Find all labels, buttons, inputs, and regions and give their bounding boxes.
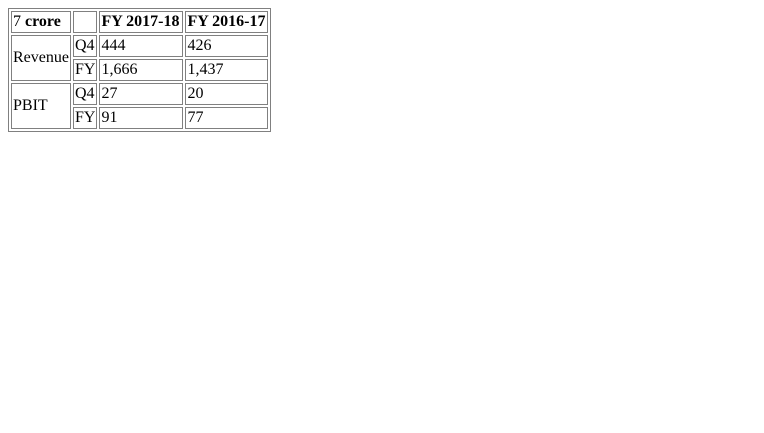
row-label-pbit: PBIT	[11, 83, 71, 129]
value-cell: 444	[99, 35, 184, 57]
column-header-fy2016-17: FY 2016-17	[185, 11, 268, 33]
value-cell: 20	[185, 83, 268, 105]
empty-header-cell	[72, 11, 98, 33]
table-row: PBIT Q4 27 20	[11, 83, 268, 129]
period-cell: FY	[72, 107, 98, 129]
column-header-fy2017-18: FY 2017-18	[99, 11, 184, 33]
row-label-revenue: Revenue	[11, 35, 71, 81]
period-cell: Q4	[72, 83, 98, 105]
period-cell: Q4	[72, 35, 98, 57]
value-cell: 1,437	[185, 59, 268, 81]
unit-label: crore	[25, 13, 61, 30]
corner-cell: 7 crore	[11, 11, 71, 33]
period-cell: FY	[72, 59, 98, 81]
value-cell: 77	[185, 107, 268, 129]
financial-table: 7 crore FY 2017-18 FY 2016-17 Revenue Q4…	[8, 8, 271, 132]
value-cell: 1,666	[99, 59, 184, 81]
page-content: 7 crore FY 2017-18 FY 2016-17 Revenue Q4…	[8, 8, 271, 132]
value-cell: 91	[99, 107, 184, 129]
table-row: Revenue Q4 444 426	[11, 35, 268, 81]
value-cell: 426	[185, 35, 268, 57]
header-row: 7 crore FY 2017-18 FY 2016-17	[11, 11, 268, 33]
value-cell: 27	[99, 83, 184, 105]
currency-prefix: 7	[13, 13, 21, 30]
